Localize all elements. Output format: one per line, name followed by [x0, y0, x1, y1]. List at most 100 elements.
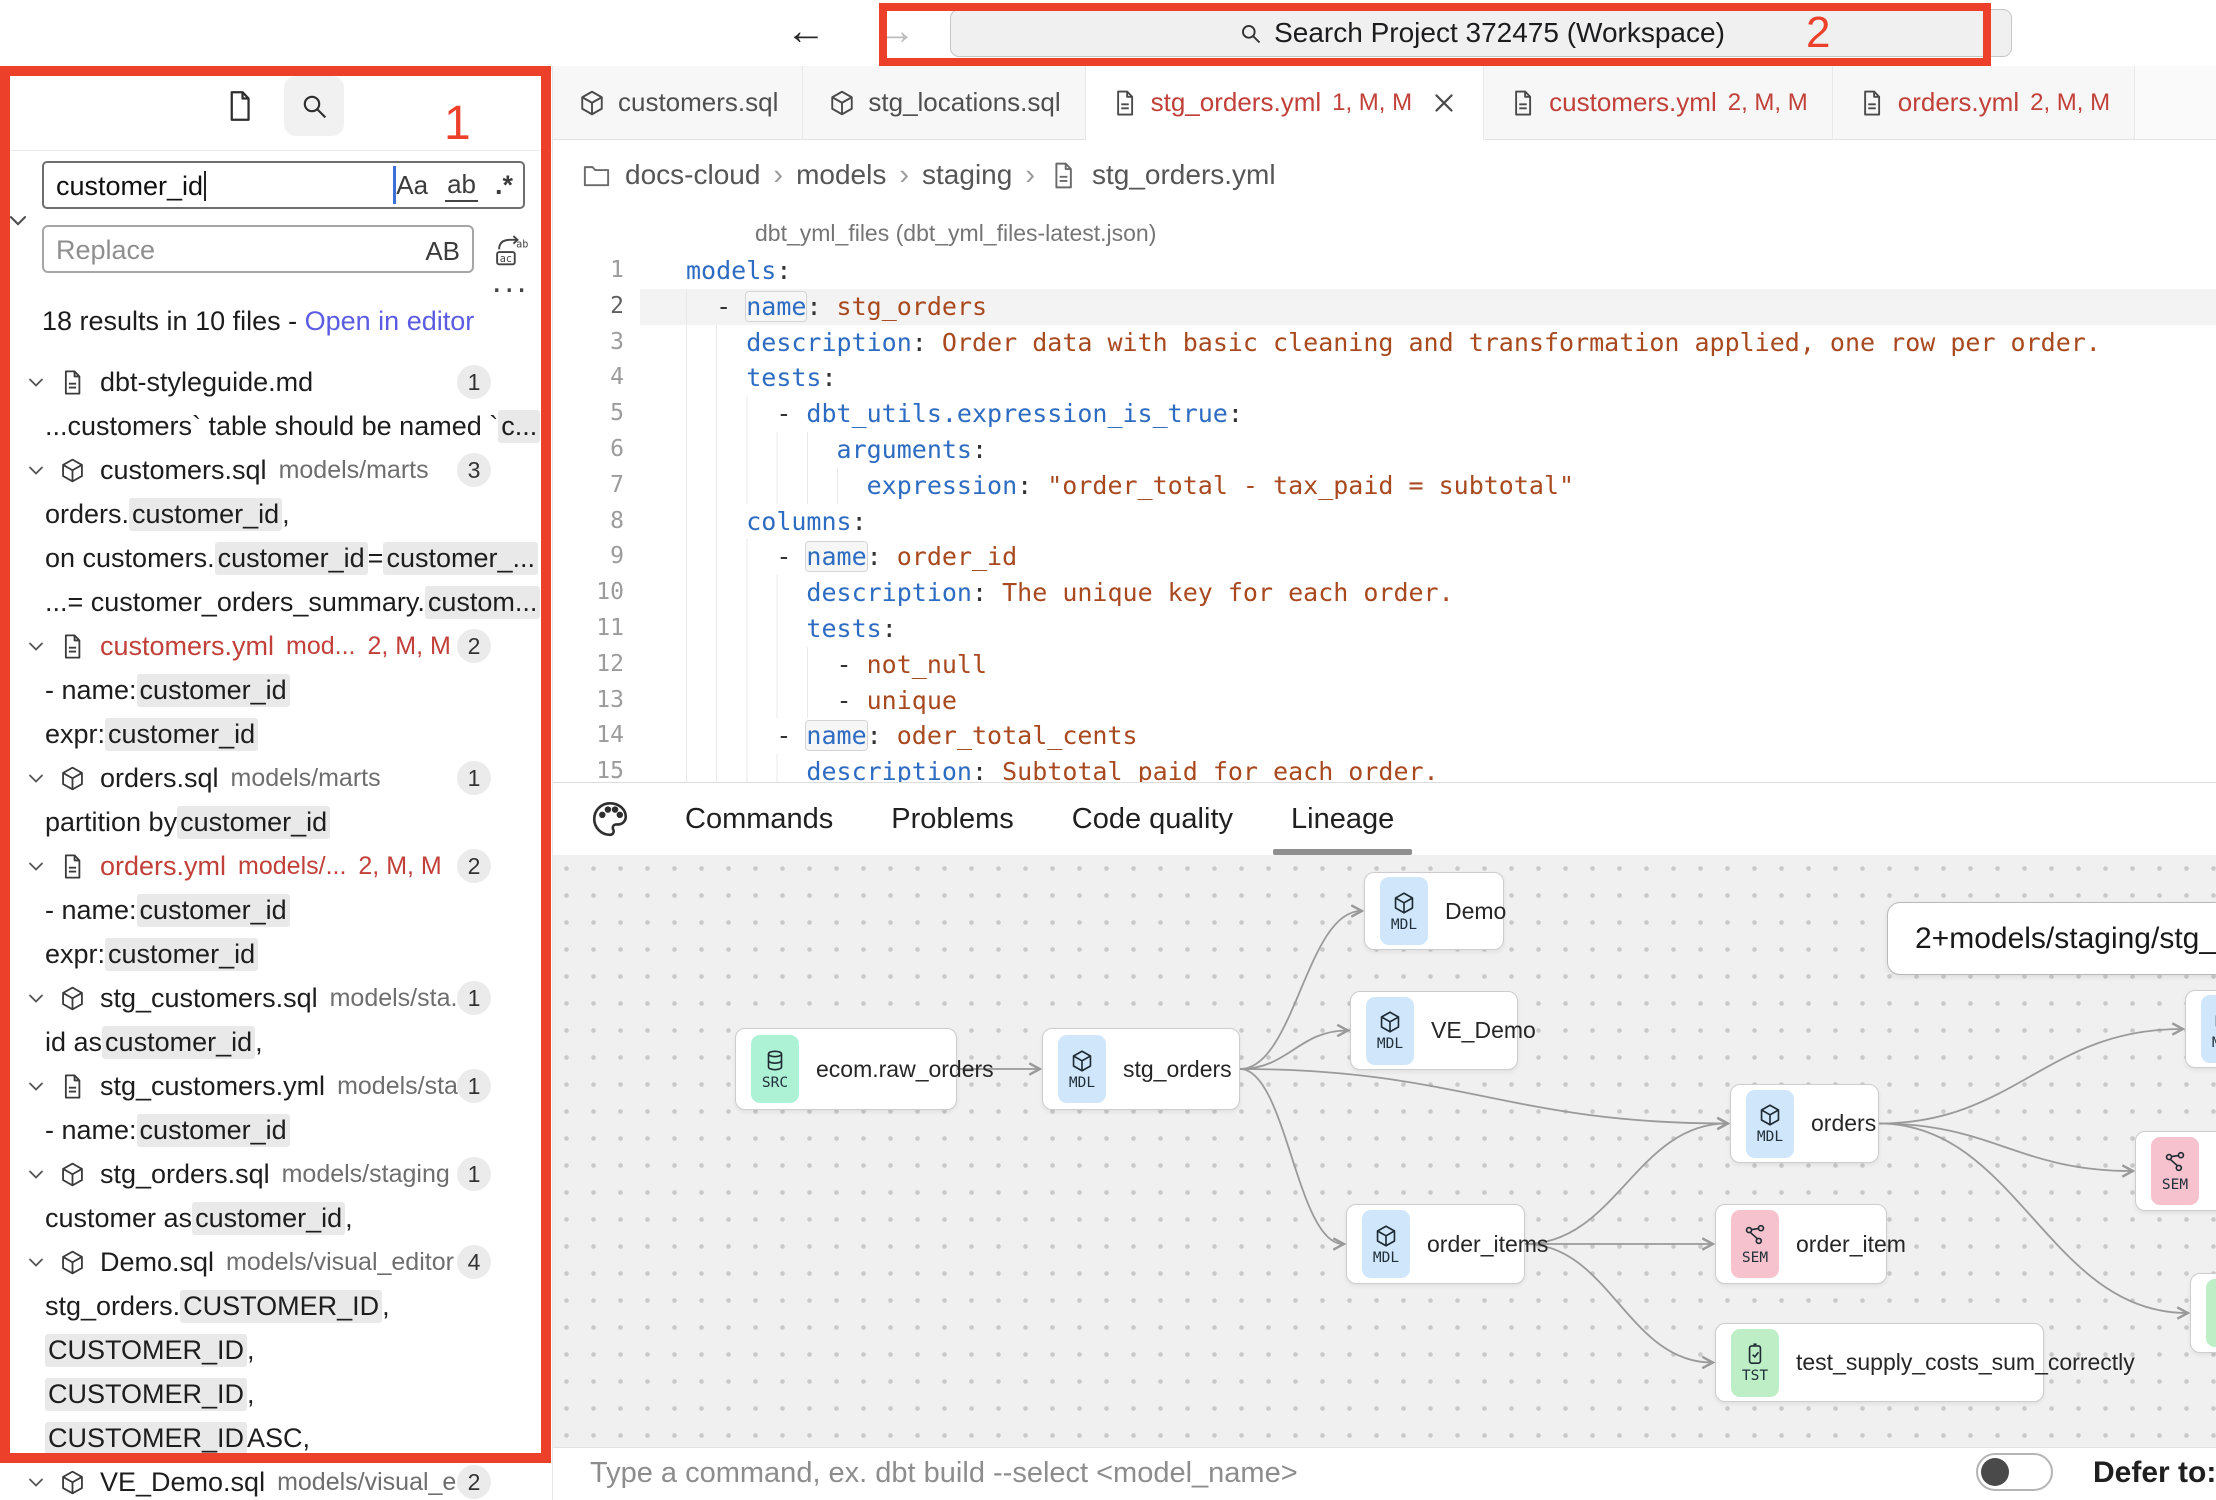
match-case-button[interactable]: Aa [396, 170, 428, 201]
search-result-file[interactable]: VE_Demo.sqlmodels/visual_ed...2 [0, 1460, 552, 1500]
breadcrumb-item[interactable]: staging [922, 159, 1012, 191]
lineage-node-p3[interactable]: TST [2190, 1273, 2216, 1353]
preserve-case-button[interactable]: AB [425, 236, 460, 267]
search-result-match[interactable]: CUSTOMER_ID, [0, 1328, 552, 1372]
chevron-down-icon[interactable] [24, 854, 48, 878]
search-result-file[interactable]: stg_customers.sqlmodels/sta...1 [0, 976, 552, 1020]
chevron-down-icon[interactable] [24, 458, 48, 482]
search-result-match[interactable]: customer as customer_id, [0, 1196, 552, 1240]
schema-hint: dbt_yml_files (dbt_yml_files-latest.json… [755, 220, 1156, 247]
result-count-badge: 1 [457, 761, 491, 795]
lineage-node-s[interactable]: SEMs [2135, 1131, 2216, 1211]
forward-arrow-button[interactable]: → [876, 8, 916, 54]
search-result-match[interactable]: expr: customer_id [0, 712, 552, 756]
file-path: models/staging [282, 1160, 450, 1189]
editor-tab-stg_orders.yml[interactable]: stg_orders.yml1, M, M [1086, 66, 1485, 140]
project-search-bar[interactable]: Search Project 372475 (Workspace) [950, 9, 2012, 57]
mdl-badge: MDL [1366, 997, 1414, 1065]
code-line[interactable]: 12 - not_null [553, 647, 2216, 683]
lineage-node-ecom.raw_orders[interactable]: SRCecom.raw_orders [735, 1028, 957, 1110]
search-input[interactable]: customer_id Aa ab .* [42, 161, 525, 209]
search-result-match[interactable]: on customers.customer_id = customer_... [0, 536, 552, 580]
chevron-down-icon[interactable] [24, 986, 48, 1010]
search-result-match[interactable]: stg_orders.CUSTOMER_ID, [0, 1284, 552, 1328]
code-line[interactable]: 10 description: The unique key for each … [553, 575, 2216, 611]
editor-tab-customers.yml[interactable]: customers.yml2, M, M [1484, 66, 1833, 140]
panel-tab-commands[interactable]: Commands [685, 783, 833, 855]
code-line[interactable]: 2 - name: stg_orders [553, 289, 2216, 325]
breadcrumb-file[interactable]: stg_orders.yml [1092, 159, 1276, 191]
code-line[interactable]: 7 expression: "order_total - tax_paid = … [553, 468, 2216, 504]
search-result-file[interactable]: stg_customers.ymlmodels/sta...1 [0, 1064, 552, 1108]
lineage-node-order_items[interactable]: MDLorder_items [1346, 1204, 1525, 1284]
breadcrumb-item[interactable]: models [796, 159, 886, 191]
more-actions-button[interactable]: ... [492, 262, 529, 301]
chevron-down-icon[interactable] [4, 206, 32, 234]
replace-input[interactable]: Replace AB [42, 225, 474, 273]
search-result-match[interactable]: - name: customer_id [0, 888, 552, 932]
command-bar: Type a command, ex. dbt build --select <… [553, 1447, 2216, 1500]
search-result-match[interactable]: CUSTOMER_ID, [0, 1372, 552, 1416]
file-explorer-icon[interactable] [222, 88, 258, 124]
code-line[interactable]: 5 - dbt_utils.expression_is_true: [553, 396, 2216, 432]
editor-tab-orders.yml[interactable]: orders.yml2, M, M [1833, 66, 2135, 140]
search-result-file[interactable]: Demo.sqlmodels/visual_editor4 [0, 1240, 552, 1284]
lineage-node-test_supply_costs_sum_correctly[interactable]: TSTtest_supply_costs_sum_correctly [1715, 1323, 2044, 1402]
open-in-editor-link[interactable]: Open in editor [305, 306, 475, 336]
code-line[interactable]: 13 - unique [553, 683, 2216, 719]
editor-tab-customers.sql[interactable]: customers.sql [553, 66, 803, 140]
code-editor[interactable]: dbt_yml_files (dbt_yml_files-latest.json… [553, 210, 2216, 782]
search-result-file[interactable]: dbt-styleguide.md1 [0, 360, 552, 404]
search-result-match[interactable]: - name: customer_id [0, 668, 552, 712]
search-result-file[interactable]: orders.ymlmodels/...2, M, M2 [0, 844, 552, 888]
lineage-node-p1[interactable]: MDL [2185, 990, 2216, 1068]
search-result-file[interactable]: stg_orders.sqlmodels/staging1 [0, 1152, 552, 1196]
search-result-match[interactable]: ...customers` table should be named `c..… [0, 404, 552, 448]
palette-icon[interactable] [589, 798, 631, 840]
search-result-match[interactable]: orders.customer_id, [0, 492, 552, 536]
code-line[interactable]: 15 description: Subtotal paid for each o… [553, 754, 2216, 782]
close-tab-icon[interactable] [1429, 88, 1459, 118]
code-line[interactable]: 4 tests: [553, 360, 2216, 396]
code-line[interactable]: 9 - name: order_id [553, 539, 2216, 575]
chevron-down-icon[interactable] [24, 370, 48, 394]
code-line[interactable]: 1models: [553, 253, 2216, 289]
search-result-match[interactable]: partition by customer_id [0, 800, 552, 844]
search-result-file[interactable]: orders.sqlmodels/marts1 [0, 756, 552, 800]
code-line[interactable]: 14 - name: oder_total_cents [553, 718, 2216, 754]
editor-tab-stg_locations.sql[interactable]: stg_locations.sql [803, 66, 1085, 140]
chevron-down-icon[interactable] [24, 766, 48, 790]
defer-toggle[interactable] [1976, 1453, 2053, 1491]
panel-tab-lineage[interactable]: Lineage [1291, 783, 1394, 855]
search-result-match[interactable]: CUSTOMER_ID ASC, [0, 1416, 552, 1460]
code-line[interactable]: 11 tests: [553, 611, 2216, 647]
search-view-button[interactable] [284, 76, 344, 136]
search-result-match[interactable]: - name: customer_id [0, 1108, 552, 1152]
lineage-node-order_item[interactable]: SEMorder_item [1715, 1204, 1887, 1284]
chevron-down-icon[interactable] [24, 1074, 48, 1098]
lineage-node-orders[interactable]: MDLorders [1730, 1084, 1879, 1163]
lineage-node-stg_orders[interactable]: MDLstg_orders [1042, 1028, 1240, 1110]
panel-tab-problems[interactable]: Problems [891, 783, 1014, 855]
lineage-canvas[interactable]: SRCecom.raw_orders MDLstg_orders MDLDemo MD… [553, 855, 2216, 1447]
breadcrumb-item[interactable]: docs-cloud [625, 159, 760, 191]
chevron-down-icon[interactable] [24, 1250, 48, 1274]
search-result-match[interactable]: expr: customer_id [0, 932, 552, 976]
chevron-down-icon[interactable] [24, 1470, 48, 1494]
chevron-down-icon[interactable] [24, 1162, 48, 1186]
search-result-file[interactable]: customers.ymlmod...2, M, M2 [0, 624, 552, 668]
lineage-node-Demo[interactable]: MDLDemo [1364, 872, 1504, 950]
lineage-node-VE_Demo[interactable]: MDLVE_Demo [1350, 991, 1518, 1070]
search-result-match[interactable]: id as customer_id, [0, 1020, 552, 1064]
whole-word-button[interactable]: ab [445, 169, 478, 202]
search-result-file[interactable]: customers.sqlmodels/marts3 [0, 448, 552, 492]
chevron-down-icon[interactable] [24, 634, 48, 658]
code-line[interactable]: 8 columns: [553, 504, 2216, 540]
panel-tab-code-quality[interactable]: Code quality [1072, 783, 1233, 855]
search-result-match[interactable]: ...= customer_orders_summary.custom... [0, 580, 552, 624]
back-arrow-button[interactable]: ← [786, 8, 826, 54]
code-line[interactable]: 3 description: Order data with basic cle… [553, 325, 2216, 361]
code-line[interactable]: 6 arguments: [553, 432, 2216, 468]
regex-button[interactable]: .* [495, 170, 513, 201]
sidebar-scrollbar[interactable] [543, 905, 550, 987]
